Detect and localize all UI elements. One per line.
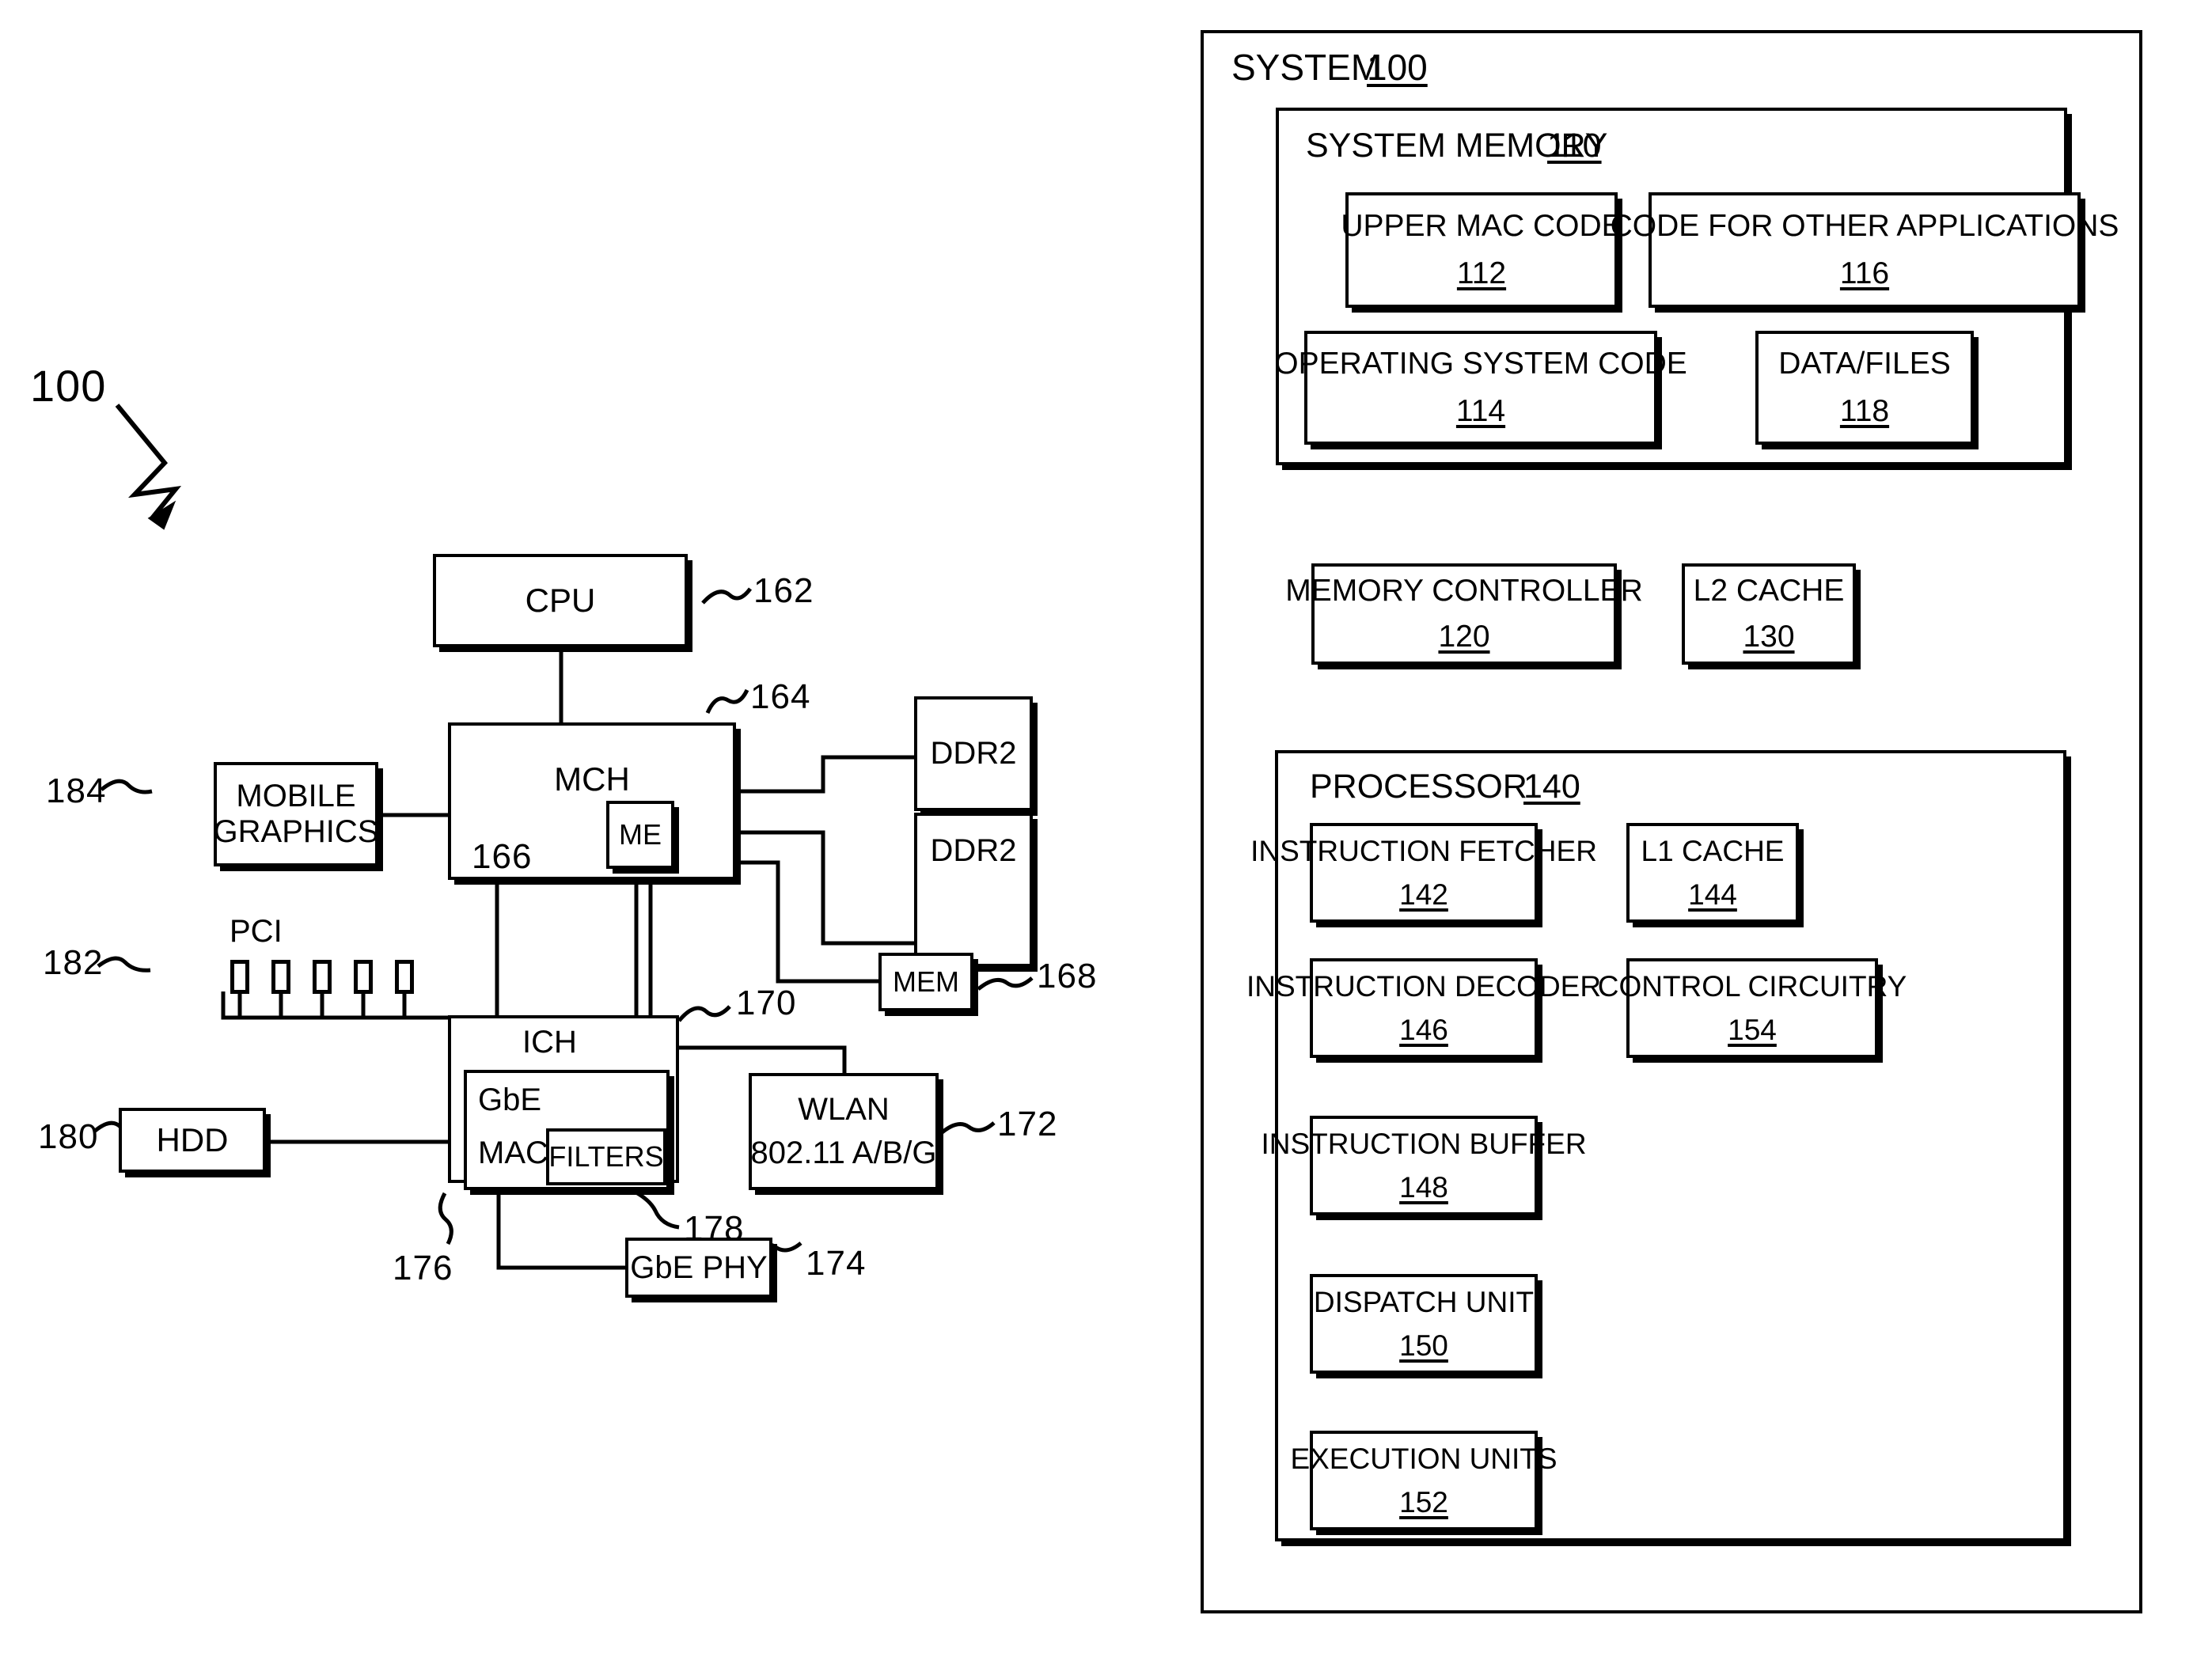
block-dispatch-unit: DISPATCH UNIT 150 [1310,1274,1538,1374]
block-upper-mac-code-ref: 112 [1456,256,1507,290]
block-wlan: WLAN 802.11 A/B/G [749,1073,939,1190]
block-code-other-applications-ref: 116 [1839,256,1890,290]
block-dispatch-unit-label: DISPATCH UNIT [1313,1285,1535,1318]
block-mobile-graphics-label-2: GRAPHICS [213,814,379,849]
ref-164: 164 [750,677,811,716]
ref-170: 170 [736,984,797,1022]
block-data-files-ref: 118 [1839,394,1890,428]
block-data-files: DATA/FILES 118 [1755,331,1974,445]
block-ddr2-upper: DDR2 [914,696,1033,811]
block-me-label: ME [619,817,662,851]
ref-168: 168 [1037,957,1098,995]
block-mobile-graphics: MOBILE GRAPHICS [214,762,378,866]
block-instruction-decoder-ref: 146 [1399,1014,1448,1046]
block-me: ME [606,801,674,869]
block-dispatch-unit-ref: 150 [1399,1329,1448,1362]
ref-174: 174 [806,1244,867,1283]
ref-162: 162 [753,571,814,610]
block-mobile-graphics-label-1: MOBILE [236,779,356,814]
ref-172: 172 [997,1105,1058,1143]
block-instruction-fetcher: INSTRUCTION FETCHER 142 [1250,823,1597,923]
figure-ref-100: 100 [30,361,107,411]
block-code-other-applications: CODE FOR OTHER APPLICATIONS 116 [1611,192,2119,308]
block-memory-controller: MEMORY CONTROLLER 120 [1285,563,1643,665]
container-system-title: SYSTEM [1231,47,1382,88]
block-instruction-decoder-label: INSTRUCTION DECODER [1246,969,1602,1003]
block-cpu: CPU [433,554,688,647]
block-instruction-fetcher-ref: 142 [1399,878,1448,911]
block-upper-mac-code-label: UPPER MAC CODE [1341,209,1622,244]
pci-slot [354,960,373,994]
ref-182: 182 [43,943,104,982]
block-operating-system-code: OPERATING SYSTEM CODE 114 [1274,331,1687,445]
block-gbe-mac-label-1: GbE [478,1082,542,1117]
block-l2-cache-ref: 130 [1743,620,1795,654]
block-l1-cache-ref: 144 [1688,878,1737,911]
block-ddr2-lower-label: DDR2 [930,833,1017,868]
container-processor-title: PROCESSOR [1310,768,1527,806]
block-mem: MEM [878,953,973,1011]
block-ddr2-upper-label: DDR2 [930,736,1017,772]
block-l1-cache-label: L1 CACHE [1641,834,1785,867]
block-control-circuitry-label: CONTROL CIRCUITRY [1597,969,1907,1003]
container-system-memory-ref: 110 [1547,127,1602,165]
block-hdd-label: HDD [156,1121,229,1159]
ref-176: 176 [393,1249,453,1287]
block-ich-label: ICH [522,1025,577,1060]
block-gbe-mac-label-2: MAC [478,1135,548,1170]
pci-label: PCI [230,914,283,949]
block-upper-mac-code: UPPER MAC CODE 112 [1341,192,1622,308]
block-gbe-phy-label: GbE PHY [630,1249,768,1285]
patent-figure-page: 100 CPU 162 MCH 164 ME 166 DDR2 DDR2 MEM… [0,0,2212,1672]
block-instruction-fetcher-label: INSTRUCTION FETCHER [1250,834,1597,867]
block-instruction-buffer-label: INSTRUCTION BUFFER [1261,1127,1587,1160]
block-wlan-label-2: 802.11 A/B/G [750,1136,937,1170]
block-operating-system-code-label: OPERATING SYSTEM CODE [1274,347,1687,381]
block-instruction-buffer-ref: 148 [1399,1171,1448,1204]
block-instruction-decoder: INSTRUCTION DECODER 146 [1246,958,1601,1058]
block-instruction-buffer: INSTRUCTION BUFFER 148 [1261,1116,1587,1215]
block-ddr2-lower: DDR2 [914,813,1033,967]
block-control-circuitry: CONTROL CIRCUITRY 154 [1598,958,1907,1058]
block-l2-cache-label: L2 CACHE [1693,574,1845,609]
block-mch-label: MCH [554,760,630,798]
pci-slot [313,960,332,994]
block-operating-system-code-ref: 114 [1455,394,1506,428]
block-code-other-applications-label: CODE FOR OTHER APPLICATIONS [1610,209,2119,244]
block-l1-cache: L1 CACHE 144 [1626,823,1799,923]
block-mem-label: MEM [893,965,959,998]
container-system-ref: 100 [1367,47,1428,88]
ref-184: 184 [46,772,107,810]
block-execution-units: EXECUTION UNITS 152 [1290,1431,1558,1530]
block-memory-controller-ref: 120 [1438,620,1490,654]
block-execution-units-label: EXECUTION UNITS [1290,1442,1558,1475]
block-filters-label: FILTERS [548,1139,664,1173]
pci-slot [271,960,290,994]
block-gbe-phy: GbE PHY [625,1238,772,1298]
block-memory-controller-label: MEMORY CONTROLLER [1285,574,1643,609]
block-execution-units-ref: 152 [1399,1486,1448,1518]
ref-166: 166 [472,837,533,876]
pci-slot [395,960,414,994]
block-control-circuitry-ref: 154 [1728,1014,1777,1046]
block-wlan-label-1: WLAN [798,1092,890,1128]
container-processor-ref: 140 [1523,768,1580,806]
pci-slot [230,960,249,994]
block-cpu-label: CPU [525,582,596,620]
block-hdd: HDD [119,1108,266,1173]
block-data-files-label: DATA/FILES [1778,347,1951,381]
block-filters: FILTERS [546,1128,666,1185]
ref-180: 180 [38,1117,99,1156]
block-l2-cache: L2 CACHE 130 [1682,563,1856,665]
